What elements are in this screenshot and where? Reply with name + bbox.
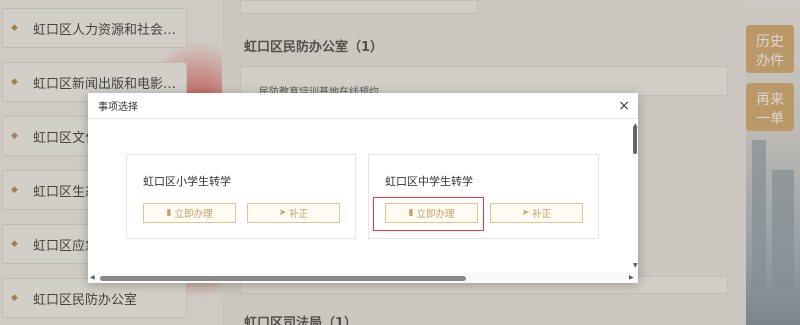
document-icon: ▮ [166,208,172,218]
service-card: 虹口区小学生转学 ▮ 立即办理 ➤ 补正 [126,154,356,239]
paper-plane-icon: ➤ [278,208,287,218]
apply-now-button[interactable]: ▮ 立即办理 [143,203,236,223]
supplement-label: 补正 [532,209,552,220]
supplement-button[interactable]: ➤ 补正 [247,203,340,223]
item-select-dialog: 事项选择 × 虹口区小学生转学 ▮ 立即办理 ➤ 补正 虹口区中学生转学 ▮ 立… [88,93,638,283]
dialog-title: 事项选择 [98,102,138,113]
horizontal-scrollbar[interactable]: ◀ ▶ [88,273,638,283]
service-card-title: 虹口区中学生转学 [385,175,473,188]
dialog-body: 虹口区小学生转学 ▮ 立即办理 ➤ 补正 虹口区中学生转学 ▮ 立即办理 ➤ 补… [88,120,638,273]
paper-plane-icon: ➤ [521,208,530,218]
close-icon[interactable]: × [618,99,630,113]
service-card-title: 虹口区小学生转学 [143,175,231,188]
horizontal-scrollbar-thumb[interactable] [100,276,466,281]
supplement-label: 补正 [289,209,309,220]
scroll-right-icon[interactable]: ▶ [629,274,634,281]
supplement-button[interactable]: ➤ 补正 [490,203,583,223]
highlight-box [373,197,484,231]
apply-now-label: 立即办理 [174,209,213,220]
scroll-left-icon[interactable]: ◀ [90,274,95,281]
vertical-scrollbar-thumb[interactable] [633,126,637,154]
dialog-header: 事项选择 × [88,93,638,119]
scroll-down-icon[interactable]: ▼ [633,262,638,269]
